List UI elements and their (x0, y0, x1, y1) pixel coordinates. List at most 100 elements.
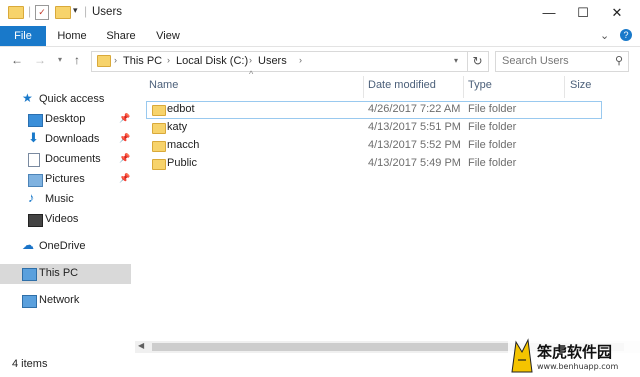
file-type: File folder (468, 157, 517, 169)
video-icon (28, 214, 43, 227)
file-row[interactable]: katy 4/13/2017 5:51 PM File folder (146, 119, 602, 137)
file-type: File folder (468, 139, 517, 151)
ribbon-tabs: File Home Share View ⌄ ? (0, 26, 640, 47)
help-icon[interactable]: ? (620, 29, 632, 41)
breadcrumb-this-pc[interactable]: This PC (123, 55, 162, 67)
cloud-icon: ☁ (22, 238, 34, 252)
address-dropdown-icon[interactable]: ▾ (454, 56, 458, 65)
file-name: Public (167, 157, 197, 169)
chevron-right-icon[interactable]: › (249, 55, 252, 65)
nav-music[interactable]: ♪ Music (0, 190, 131, 210)
folder-icon (152, 141, 166, 152)
pin-icon[interactable]: 📌 (119, 153, 130, 164)
file-date: 4/13/2017 5:51 PM (368, 121, 461, 133)
search-placeholder[interactable]: Search Users (502, 55, 569, 67)
nav-label: Pictures (45, 173, 85, 185)
title-bar: | ✓ ▾ | Users — ☐ ✕ (0, 0, 640, 26)
chevron-right-icon[interactable]: › (167, 55, 170, 65)
refresh-button[interactable]: ↻ (467, 51, 489, 72)
nav-network[interactable]: Network (0, 291, 131, 311)
search-icon[interactable]: ⚲ (615, 54, 623, 67)
column-divider[interactable] (463, 76, 464, 98)
new-folder-icon[interactable] (55, 6, 71, 19)
file-row[interactable]: macch 4/13/2017 5:52 PM File folder (146, 137, 602, 155)
pictures-icon (28, 174, 43, 187)
back-icon[interactable]: ← (9, 52, 25, 68)
column-divider[interactable] (363, 76, 364, 98)
file-name: edbot (167, 103, 195, 115)
scroll-left-icon[interactable]: ◀ (138, 341, 144, 350)
search-box[interactable]: Search Users ⚲ (495, 51, 629, 72)
chevron-right-icon[interactable]: › (299, 55, 302, 65)
desktop-icon (28, 114, 43, 127)
pin-icon[interactable]: 📌 (119, 113, 130, 124)
nav-label: Network (39, 294, 80, 306)
column-header-name[interactable]: Name (149, 79, 178, 97)
network-icon (22, 295, 37, 308)
pin-icon[interactable]: 📌 (119, 173, 130, 184)
nav-label: OneDrive (39, 240, 86, 252)
watermark-logo: 笨虎软件园 www.benhuapp.com (508, 336, 640, 374)
file-name: macch (167, 139, 200, 151)
folder-icon (152, 105, 166, 116)
properties-icon[interactable]: ✓ (35, 5, 49, 20)
folder-icon (152, 159, 166, 170)
pin-icon[interactable]: 📌 (119, 133, 130, 144)
nav-label: Downloads (45, 133, 100, 145)
column-header-date[interactable]: Date modified (368, 79, 436, 97)
nav-videos[interactable]: Videos (0, 210, 131, 230)
tab-file[interactable]: File (0, 26, 46, 46)
nav-label: This PC (39, 267, 79, 279)
nav-label: Music (45, 193, 74, 205)
file-name: katy (167, 121, 188, 133)
customize-toolbar-icon[interactable]: ▾ (73, 5, 78, 16)
sort-ascending-icon: ^ (249, 69, 254, 79)
nav-quick-access[interactable]: ★ Quick access (0, 90, 131, 110)
file-date: 4/13/2017 5:52 PM (368, 139, 461, 151)
file-row[interactable]: edbot 4/26/2017 7:22 AM File folder (146, 101, 602, 119)
star-icon: ★ (22, 91, 33, 105)
breadcrumb-local-disk[interactable]: Local Disk (C:) (176, 55, 248, 67)
nav-documents[interactable]: Documents 📌 (0, 150, 131, 170)
music-note-icon: ♪ (28, 190, 35, 205)
nav-label: Desktop (45, 113, 86, 125)
nav-pictures[interactable]: Pictures 📌 (0, 170, 131, 190)
nav-downloads[interactable]: ⬇ Downloads 📌 (0, 130, 131, 150)
column-divider[interactable] (564, 76, 565, 98)
chevron-right-icon[interactable]: › (114, 55, 117, 65)
document-icon (28, 153, 40, 167)
nav-label: Quick access (39, 93, 105, 105)
svg-text:笨虎软件园: 笨虎软件园 (537, 343, 612, 361)
file-date: 4/13/2017 5:49 PM (368, 157, 461, 169)
up-icon[interactable]: ↑ (69, 52, 85, 68)
nav-onedrive[interactable]: ☁ OneDrive (0, 237, 131, 257)
computer-icon (22, 268, 37, 281)
nav-label: Documents (45, 153, 101, 165)
close-button[interactable]: ✕ (594, 0, 640, 26)
svg-text:www.benhuapp.com: www.benhuapp.com (537, 362, 619, 371)
file-type: File folder (468, 103, 517, 115)
nav-label: Videos (45, 213, 79, 225)
window-title: Users (92, 6, 123, 18)
column-header-type[interactable]: Type (468, 79, 492, 97)
file-date: 4/26/2017 7:22 AM (368, 103, 461, 115)
folder-icon (152, 123, 166, 134)
status-item-count: 4 items (12, 358, 48, 370)
recent-locations-icon[interactable]: ▾ (52, 52, 68, 68)
forward-icon[interactable]: → (32, 52, 48, 68)
column-header-size[interactable]: Size (570, 79, 591, 97)
tab-view[interactable]: View (152, 26, 184, 46)
file-type: File folder (468, 121, 517, 133)
separator: | (28, 4, 32, 18)
nav-this-pc[interactable]: This PC (0, 264, 131, 284)
folder-icon (8, 6, 24, 19)
download-arrow-icon: ⬇ (28, 130, 39, 145)
file-row[interactable]: Public 4/13/2017 5:49 PM File folder (146, 155, 602, 173)
nav-desktop[interactable]: Desktop 📌 (0, 110, 131, 130)
ribbon-expand-icon[interactable]: ⌄ (600, 29, 609, 42)
address-bar[interactable]: › This PC › Local Disk (C:) › Users › ▾ (91, 51, 468, 72)
tab-home[interactable]: Home (54, 26, 90, 46)
folder-icon (97, 55, 111, 67)
tab-share[interactable]: Share (104, 26, 138, 46)
breadcrumb-users[interactable]: Users (258, 55, 287, 67)
